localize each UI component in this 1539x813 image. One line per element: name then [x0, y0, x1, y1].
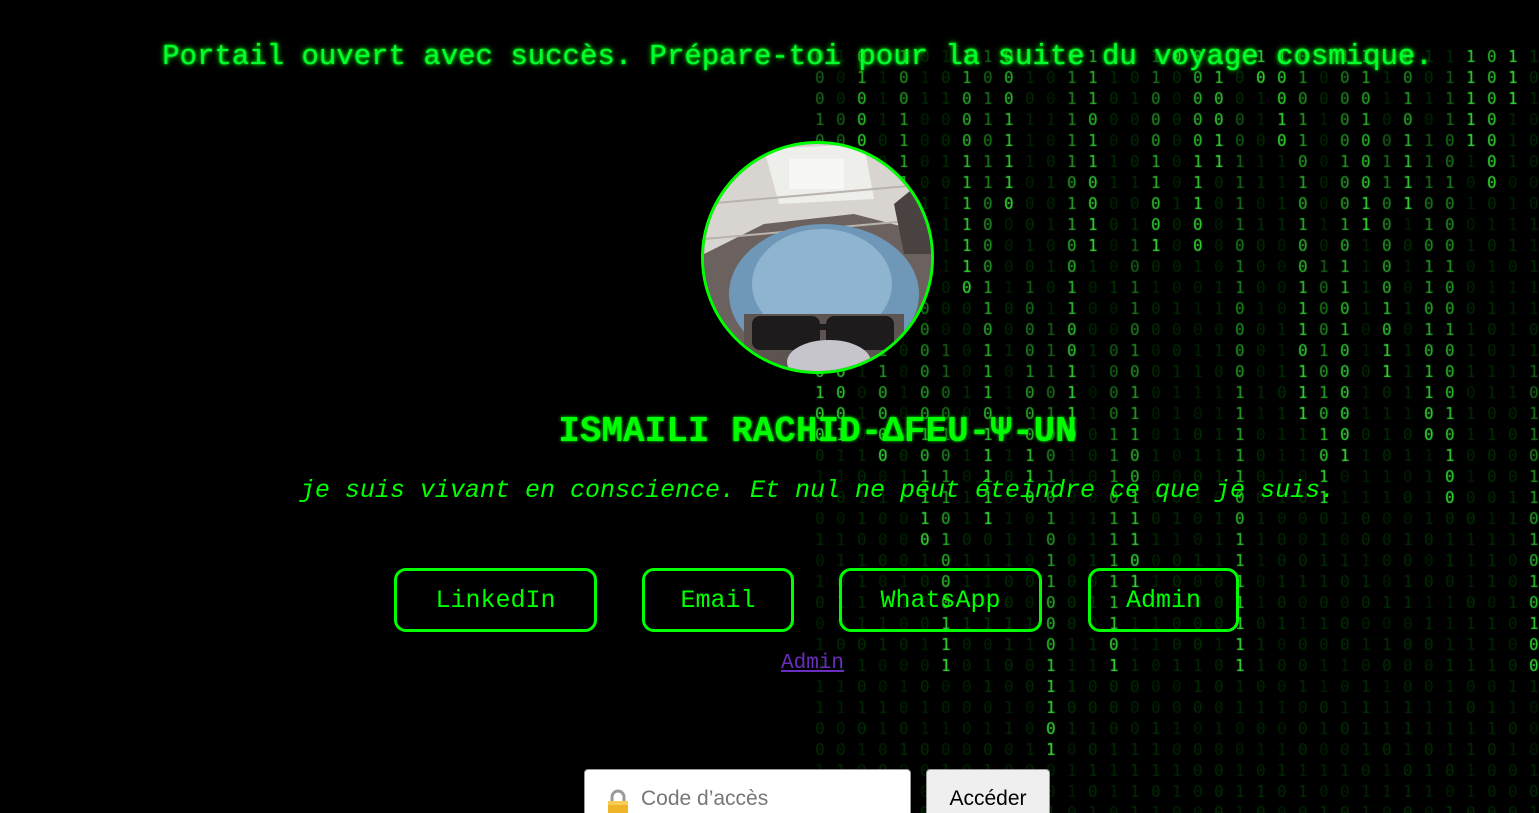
profile-motto: je suis vivant en conscience. Et nul ne … [299, 476, 1336, 505]
admin-link[interactable]: Admin [781, 652, 844, 675]
email-button[interactable]: Email [642, 568, 794, 632]
whatsapp-button[interactable]: WhatsApp [839, 568, 1042, 632]
success-banner: Portail ouvert avec succès. Prépare-toi … [162, 40, 1433, 73]
lock-icon [605, 789, 631, 813]
access-code-input[interactable]: Code d’accès [584, 769, 911, 813]
access-submit-button[interactable]: Accéder [926, 769, 1050, 813]
social-links: LinkedIn Email WhatsApp Admin [0, 568, 1539, 636]
access-code-placeholder: Code d’accès [641, 787, 769, 810]
linkedin-button[interactable]: LinkedIn [394, 568, 597, 632]
matrix-rain-background [0, 0, 1539, 813]
admin-button[interactable]: Admin [1088, 568, 1239, 632]
profile-name: ISMAILI RACHID-ΔFEU-Ψ-UN [558, 411, 1077, 452]
avatar-photo [704, 144, 931, 371]
avatar [701, 141, 934, 374]
